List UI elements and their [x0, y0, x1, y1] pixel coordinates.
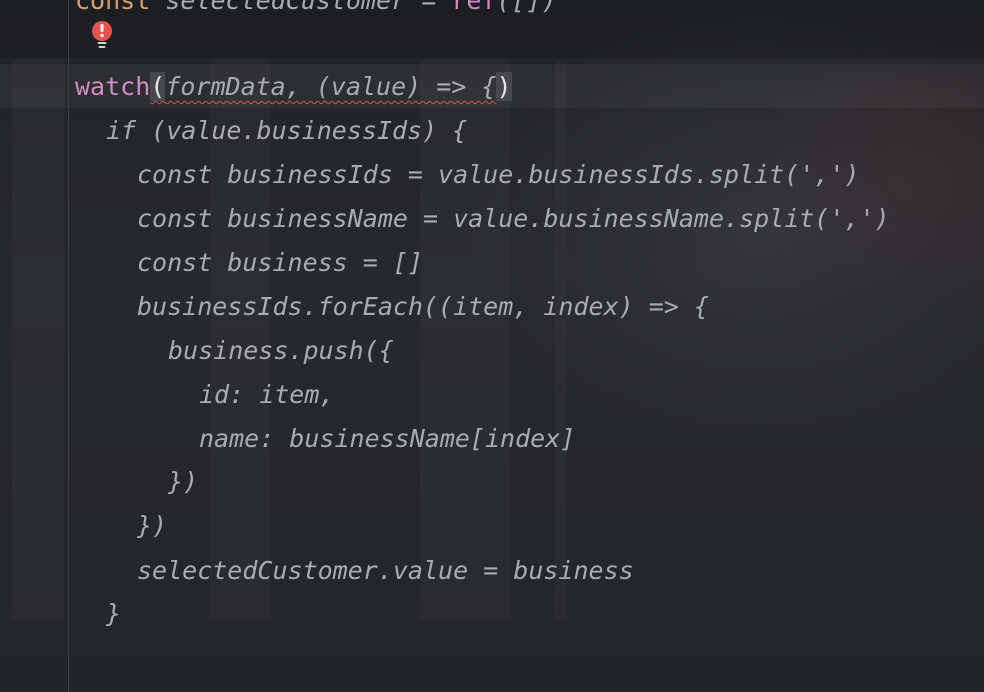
code-line: businessIds.forEach((item, index) => { — [137, 292, 709, 321]
code-editor[interactable]: const selectedCustomer = ref([]) watch(f… — [0, 0, 984, 692]
code-line: }) — [168, 467, 199, 496]
code-line: const business = [] — [137, 248, 423, 277]
code-line: } — [106, 599, 122, 628]
code-line: name: businessName[index] — [199, 424, 576, 453]
code-line: const businessName = value.businessName.… — [137, 204, 890, 233]
code-line: id: item, — [199, 380, 335, 409]
code-line: selectedCustomer.value = business — [137, 556, 634, 585]
code-text: ([]) — [496, 0, 557, 15]
matched-paren-close: ) — [496, 72, 512, 101]
code-line: business.push({ — [168, 336, 394, 365]
function-name-watch: watch — [75, 72, 151, 101]
gutter-divider — [68, 0, 69, 692]
matched-paren-open: ( — [150, 72, 166, 101]
code-line: }) — [137, 511, 168, 540]
code-line: const businessIds = value.businessIds.sp… — [137, 160, 860, 189]
code-text: selectedCustomer = — [150, 0, 452, 15]
code-line: if (value.businessIds) { — [106, 116, 468, 145]
background-decoration — [555, 60, 567, 620]
function-name: ref — [451, 0, 497, 15]
code-error-underline: formData, (value) => { — [165, 72, 497, 101]
code-line-watch: watch(formData, (value) => {) — [75, 71, 512, 103]
keyword-const: const — [75, 0, 151, 15]
code-line-selected-customer: const selectedCustomer = ref([]) — [75, 0, 557, 17]
lightbulb-error-icon[interactable] — [90, 20, 114, 52]
background-decoration — [12, 60, 64, 620]
